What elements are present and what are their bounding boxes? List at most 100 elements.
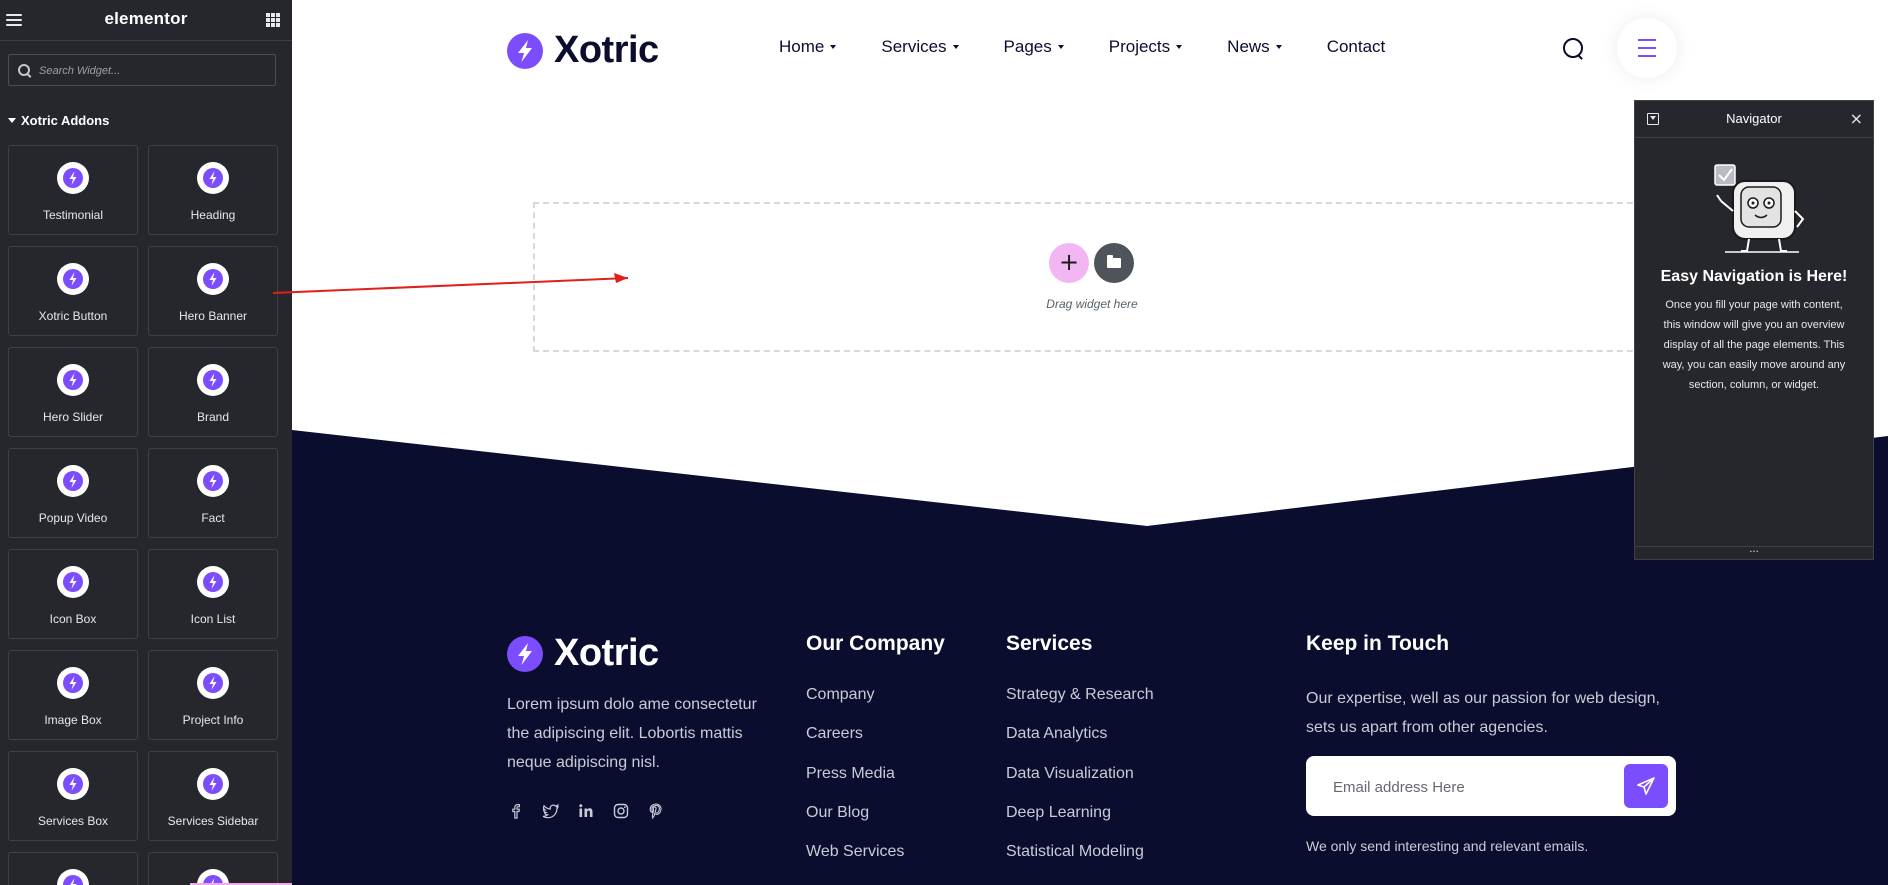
footer-link[interactable]: Strategy & Research bbox=[1006, 686, 1154, 725]
navigator-empty-text: Once you fill your page with content, th… bbox=[1662, 299, 1846, 391]
footer-company-links: Company Careers Press Media Our Blog Web… bbox=[806, 686, 904, 882]
brand-name: Xotric bbox=[554, 632, 659, 674]
caret-down-icon bbox=[1176, 45, 1183, 49]
widget-label: Hero Slider bbox=[42, 410, 104, 424]
bolt-icon bbox=[197, 263, 229, 295]
widget-label: Project Info bbox=[182, 713, 244, 727]
add-section-plus-icon[interactable]: + bbox=[1049, 243, 1089, 283]
brand-name: Xotric bbox=[554, 29, 659, 71]
footer-link[interactable]: Deep Learning bbox=[1006, 804, 1154, 843]
widget-testimonial[interactable]: Testimonial bbox=[8, 145, 138, 235]
footer-logo[interactable]: Xotric bbox=[507, 632, 659, 675]
navigator-empty-title: Easy Navigation is Here! bbox=[1660, 268, 1848, 285]
widget-label: Brand bbox=[196, 410, 230, 424]
widget-search bbox=[8, 54, 276, 87]
bolt-icon bbox=[507, 32, 543, 69]
newsletter-note: We only send interesting and relevant em… bbox=[1306, 838, 1589, 854]
widget-label: Icon List bbox=[190, 612, 236, 626]
widget-heading[interactable]: Heading bbox=[148, 145, 278, 235]
nav-label: Home bbox=[779, 37, 825, 56]
widget-project-info[interactable]: Project Info bbox=[148, 650, 278, 740]
nav-home[interactable]: Home bbox=[779, 37, 837, 57]
panel-header: elementor bbox=[0, 0, 292, 41]
widget-hero-slider[interactable]: Hero Slider bbox=[8, 347, 138, 437]
bolt-icon bbox=[197, 667, 229, 699]
widget-label: Xotric Button bbox=[38, 309, 108, 323]
widget-fact[interactable]: Fact bbox=[148, 448, 278, 538]
nav-pages[interactable]: Pages bbox=[1004, 37, 1064, 57]
caret-down-icon bbox=[1057, 45, 1064, 49]
footer-link[interactable]: Data Analytics bbox=[1006, 725, 1154, 764]
nav-contact[interactable]: Contact bbox=[1327, 37, 1386, 57]
widget-hero-banner[interactable]: Hero Banner bbox=[148, 246, 278, 336]
navigator-header[interactable]: Navigator × bbox=[1635, 101, 1873, 138]
widget-image-box[interactable]: Image Box bbox=[8, 650, 138, 740]
widget-partial[interactable] bbox=[148, 852, 278, 885]
navigator-panel: Navigator × Easy Navigation is Here! Onc… bbox=[1634, 100, 1874, 560]
bolt-icon bbox=[57, 869, 89, 885]
search-icon[interactable] bbox=[1563, 38, 1585, 60]
footer-link[interactable]: Web Services bbox=[806, 843, 904, 882]
widget-label: Hero Banner bbox=[178, 309, 248, 323]
category-label: Xotric Addons bbox=[21, 113, 110, 128]
nav-label: Contact bbox=[1326, 37, 1386, 56]
bolt-icon bbox=[57, 566, 89, 598]
bolt-icon bbox=[197, 768, 229, 800]
offcanvas-menu-icon[interactable] bbox=[1617, 18, 1677, 78]
elementor-logo: elementor bbox=[104, 9, 188, 28]
nav-label: Projects bbox=[1108, 37, 1171, 56]
widget-services-box[interactable]: Services Box bbox=[8, 751, 138, 841]
footer-link[interactable]: Our Blog bbox=[806, 804, 904, 843]
widget-icon-box[interactable]: Icon Box bbox=[8, 549, 138, 639]
footer-company-title: Our Company bbox=[806, 632, 945, 655]
category-toggle-xotric-addons[interactable]: Xotric Addons bbox=[8, 113, 109, 128]
main-nav: Home Services Pages Projects News Contac… bbox=[779, 37, 1430, 57]
widget-label: Icon Box bbox=[49, 612, 97, 626]
email-input[interactable] bbox=[1331, 756, 1605, 818]
footer-keep-in-touch-title: Keep in Touch bbox=[1306, 632, 1450, 655]
widget-services-sidebar[interactable]: Services Sidebar bbox=[148, 751, 278, 841]
footer-link[interactable]: Data Visualization bbox=[1006, 765, 1154, 804]
bolt-icon bbox=[57, 465, 89, 497]
bolt-icon bbox=[57, 768, 89, 800]
widget-label: Fact bbox=[201, 511, 225, 525]
widget-search-input[interactable] bbox=[37, 55, 271, 87]
widget-list: Testimonial Heading Xotric Button Hero B… bbox=[8, 145, 278, 885]
resize-handle-icon[interactable]: ... bbox=[1635, 545, 1873, 559]
widget-popup-video[interactable]: Popup Video bbox=[8, 448, 138, 538]
nav-projects[interactable]: Projects bbox=[1108, 37, 1183, 57]
facebook-icon[interactable] bbox=[507, 802, 525, 820]
footer-link[interactable]: Press Media bbox=[806, 765, 904, 804]
close-icon[interactable]: × bbox=[1850, 109, 1863, 128]
bolt-icon bbox=[57, 364, 89, 396]
linkedin-icon[interactable] bbox=[577, 802, 595, 820]
caret-down-icon bbox=[952, 45, 959, 49]
widget-label: Testimonial bbox=[42, 208, 104, 222]
widget-label: Image Box bbox=[44, 713, 102, 727]
widget-xotric-button[interactable]: Xotric Button bbox=[8, 246, 138, 336]
widget-icon-list[interactable]: Icon List bbox=[148, 549, 278, 639]
newsletter-form bbox=[1306, 756, 1676, 818]
widget-label: Popup Video bbox=[38, 511, 108, 525]
elementor-panel: elementor Xotric Addons Testimonial Head… bbox=[0, 0, 292, 885]
footer-link[interactable]: Company bbox=[806, 686, 904, 725]
nav-news[interactable]: News bbox=[1227, 37, 1282, 57]
instagram-icon[interactable] bbox=[612, 802, 630, 820]
twitter-icon[interactable] bbox=[542, 802, 560, 820]
footer-keep-in-touch-text: Our expertise, well as our passion for w… bbox=[1306, 690, 1660, 736]
nav-label: News bbox=[1227, 37, 1270, 56]
widget-partial[interactable] bbox=[8, 852, 138, 885]
add-template-folder-icon[interactable] bbox=[1094, 243, 1134, 283]
widget-brand[interactable]: Brand bbox=[148, 347, 278, 437]
widget-label: Services Box bbox=[37, 814, 109, 828]
pinterest-icon[interactable] bbox=[647, 802, 665, 820]
header-logo[interactable]: Xotric bbox=[507, 29, 659, 72]
navigator-illustration bbox=[1714, 164, 1805, 253]
footer-link[interactable]: Statistical Modeling bbox=[1006, 843, 1154, 882]
send-paper-plane-icon[interactable] bbox=[1624, 764, 1668, 808]
nav-services[interactable]: Services bbox=[881, 37, 959, 57]
bolt-icon bbox=[57, 162, 89, 194]
footer-link[interactable]: Careers bbox=[806, 725, 904, 764]
widgets-grid-icon[interactable] bbox=[266, 13, 280, 27]
bolt-icon bbox=[57, 667, 89, 699]
